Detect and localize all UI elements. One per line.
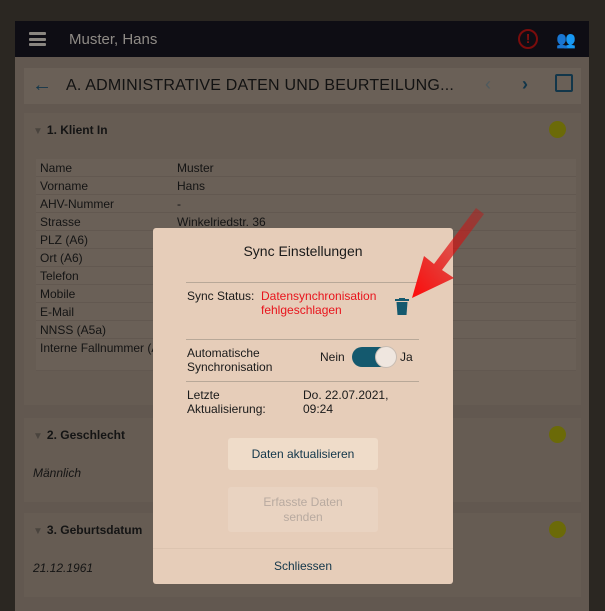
annotation-arrow — [412, 208, 484, 298]
red-arrow — [412, 208, 484, 298]
